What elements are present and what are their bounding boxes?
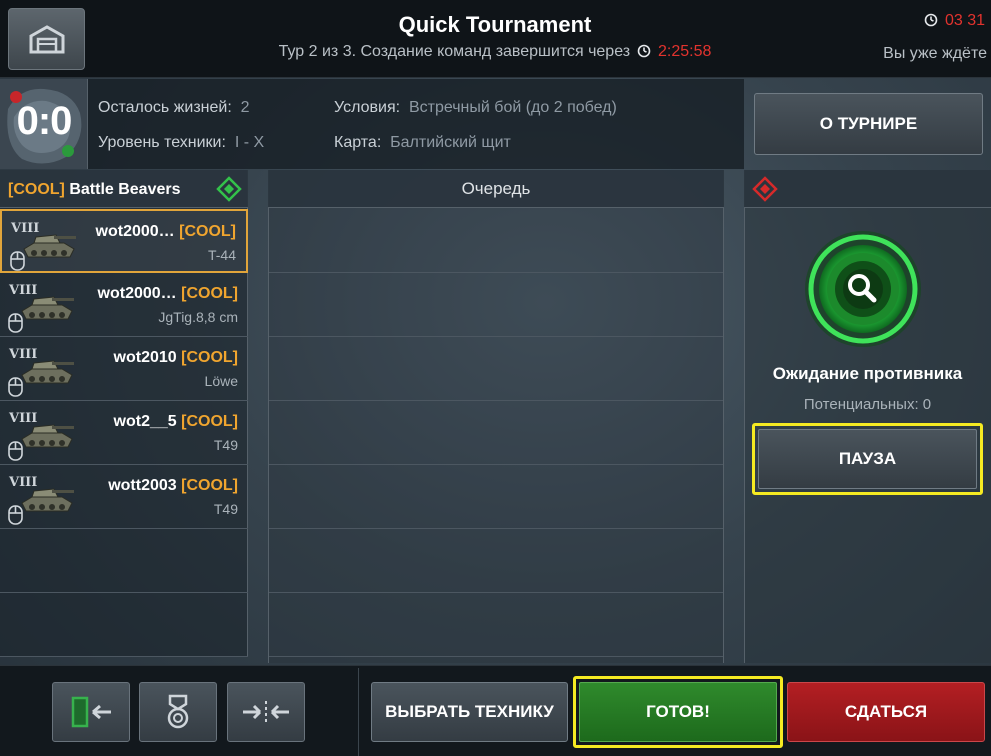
tournament-info-bar — [0, 79, 744, 169]
medal-icon — [167, 694, 189, 729]
player-row[interactable]: VIII wot2000… [COOL] JgTig.8,8 cm — [0, 273, 248, 337]
exit-door-icon — [71, 696, 111, 728]
leave-team-button[interactable] — [52, 682, 130, 742]
round-text: Тур 2 из 3. Создание команд завершится ч… — [278, 43, 631, 60]
player-nick: wot2__5 — [113, 413, 177, 430]
map-label: Карта: — [334, 134, 382, 151]
queue-divider — [269, 656, 723, 657]
clock-icon — [637, 44, 650, 58]
merge-arrows-icon — [243, 701, 289, 723]
player-clan-tag: [COOL] — [181, 477, 238, 494]
mouse-icon — [8, 505, 23, 525]
clock-icon — [924, 13, 937, 27]
page-title: Quick Tournament — [398, 12, 592, 37]
lives-row: Осталось жизней: 2 — [98, 99, 250, 117]
queue-divider — [269, 400, 723, 401]
player-tank-name: JgTig.8,8 cm — [158, 309, 238, 325]
round-info: Тур 2 из 3. Создание команд завершится ч… — [200, 43, 790, 61]
team-name: [COOL] Battle Beavers — [8, 181, 181, 199]
empty-player-slot — [0, 593, 248, 657]
queue-divider — [269, 592, 723, 593]
tank-icon — [21, 488, 74, 512]
map-value: Балтийский щит — [390, 134, 511, 151]
player-name: wot2000… [COOL] — [96, 223, 236, 241]
opponent-status: Ожидание противника — [772, 364, 963, 383]
queue-divider — [269, 272, 723, 273]
player-nick: wot2000… — [97, 285, 177, 302]
player-row[interactable]: VIII wot2__5 [COOL] T49 — [0, 401, 248, 465]
lives-label: Осталось жизней: — [98, 99, 232, 116]
player-clan-tag: [COOL] — [179, 223, 236, 240]
tank-icon — [23, 234, 76, 258]
mouse-icon — [10, 251, 25, 271]
tier-label: Уровень техники: — [98, 134, 226, 151]
player-tank-name: T-44 — [207, 247, 236, 263]
team-tag: [COOL] — [8, 181, 65, 198]
home-button[interactable] — [8, 8, 85, 70]
search-opponent-icon — [805, 231, 921, 347]
player-clan-tag: [COOL] — [181, 413, 238, 430]
conditions-row: Условия: Встречный бой (до 2 побед) — [334, 99, 617, 117]
mouse-icon — [8, 377, 23, 397]
player-tank-name: Löwe — [204, 373, 238, 389]
tank-icon — [21, 360, 74, 384]
player-row[interactable]: VIII wot2000… [COOL] T-44 — [0, 209, 248, 273]
player-tank-name: T49 — [213, 437, 238, 453]
enemy-diamond-icon — [752, 176, 778, 202]
tier-value: I - X — [234, 134, 265, 151]
hangar-icon — [29, 25, 64, 54]
ready-button-label: ГОТОВ! — [579, 682, 777, 742]
queue-panel — [268, 170, 724, 663]
player-nick: wot2000… — [95, 223, 175, 240]
player-name: wott2003 [COOL] — [108, 477, 238, 495]
pause-button-label: ПАУЗА — [758, 429, 977, 489]
tank-icon — [21, 424, 74, 448]
player-name: wot2010 [COOL] — [114, 349, 238, 367]
score-value: 0:0 — [16, 99, 73, 143]
queue-header: Очередь — [268, 170, 724, 208]
merge-teams-button[interactable] — [227, 682, 305, 742]
round-timer: 2:25:58 — [658, 43, 712, 60]
medal-button[interactable] — [139, 682, 217, 742]
queue-timer-value: 03 31 — [944, 12, 985, 29]
team-title: Battle Beavers — [69, 181, 181, 198]
waiting-label: Вы уже ждёте — [883, 45, 987, 62]
score-box: 0:0 — [0, 79, 88, 169]
queue-divider — [269, 336, 723, 337]
player-name: wot2000… [COOL] — [98, 285, 238, 303]
queue-divider — [269, 464, 723, 465]
conditions-label: Условия: — [334, 99, 401, 116]
select-vehicle-button[interactable]: ВЫБРАТЬ ТЕХНИКУ — [371, 682, 568, 742]
ally-diamond-icon — [216, 176, 242, 202]
player-name: wot2__5 [COOL] — [114, 413, 238, 431]
team-header: [COOL] Battle Beavers — [0, 170, 248, 208]
surrender-button[interactable]: СДАТЬСЯ — [787, 682, 985, 742]
mouse-icon — [8, 313, 23, 333]
bottom-divider — [358, 668, 359, 756]
player-nick: wot2010 — [113, 349, 177, 366]
tank-icon — [21, 296, 74, 320]
tier-row: Уровень техники: I - X — [98, 134, 264, 152]
opponent-header — [744, 170, 991, 208]
queue-divider — [269, 528, 723, 529]
empty-player-slot — [0, 529, 248, 593]
conditions-value: Встречный бой (до 2 побед) — [408, 99, 617, 116]
mouse-icon — [8, 441, 23, 461]
potential-count: Потенциальных: 0 — [803, 396, 932, 413]
about-tournament-button[interactable]: О ТУРНИРЕ — [754, 93, 983, 155]
queue-timer: 03 31 — [922, 12, 985, 30]
player-tank-name: T49 — [213, 501, 238, 517]
player-row[interactable]: VIII wott2003 [COOL] T49 — [0, 465, 248, 529]
map-row: Карта: Балтийский щит — [334, 134, 511, 152]
player-clan-tag: [COOL] — [181, 349, 238, 366]
player-clan-tag: [COOL] — [181, 285, 238, 302]
player-row[interactable]: VIII wot2010 [COOL] Löwe — [0, 337, 248, 401]
lives-value: 2 — [240, 99, 250, 116]
ready-button[interactable]: ГОТОВ! — [573, 676, 783, 748]
pause-button[interactable]: ПАУЗА — [752, 423, 983, 495]
player-nick: wott2003 — [108, 477, 177, 494]
